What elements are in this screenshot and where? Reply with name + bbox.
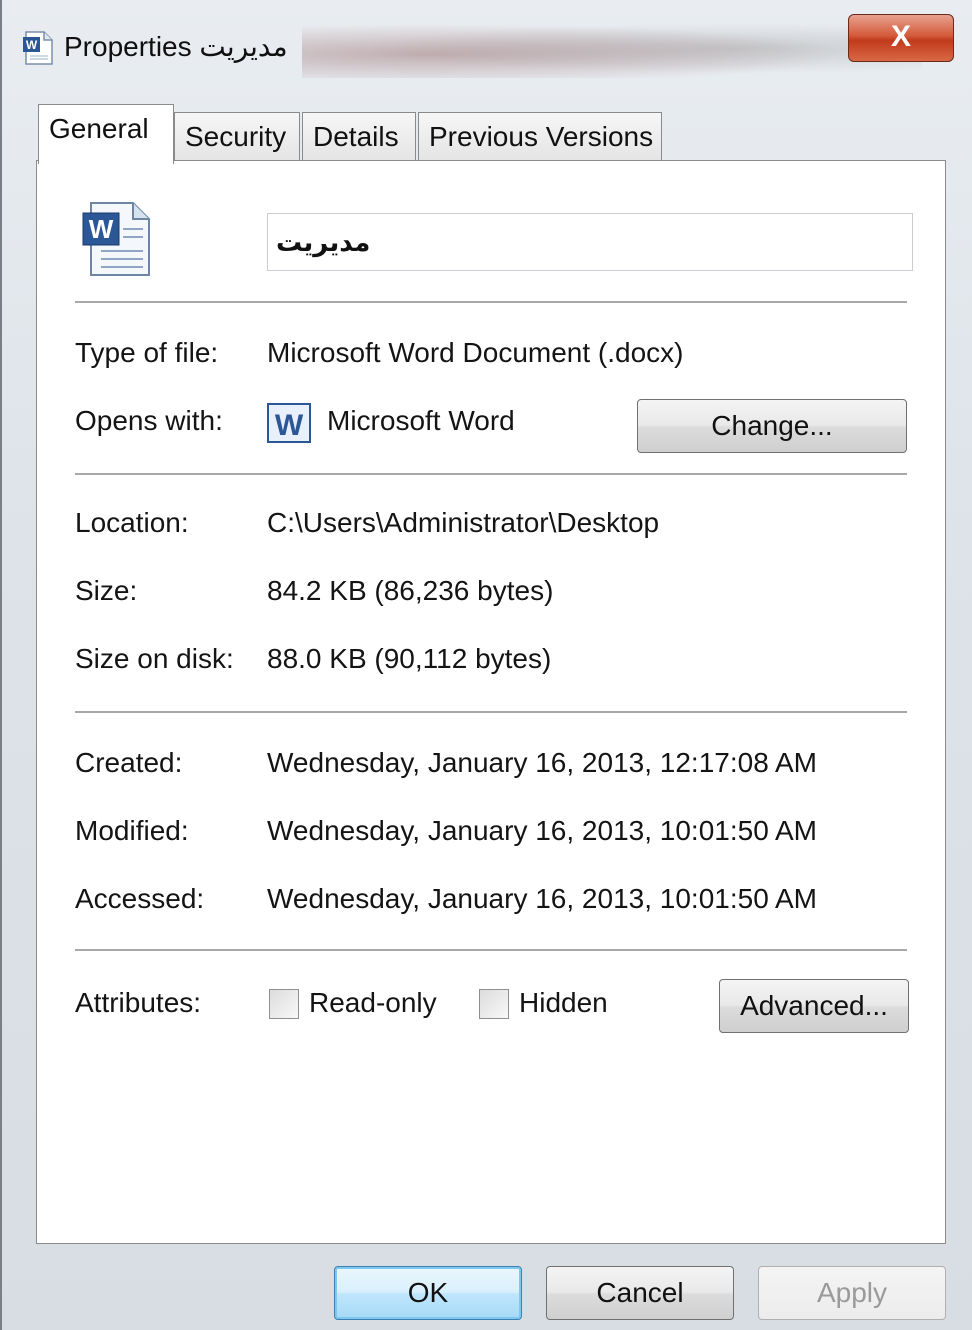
tab-details[interactable]: Details xyxy=(302,112,416,162)
ok-button[interactable]: OK xyxy=(334,1266,522,1320)
opens-with-label: Opens with: xyxy=(75,405,223,436)
size-on-disk-value: 88.0 KB (90,112 bytes) xyxy=(267,643,552,674)
hidden-label[interactable]: Hidden xyxy=(519,987,608,1019)
type-of-file-label: Type of file: xyxy=(75,337,219,368)
change-button[interactable]: Change... xyxy=(637,399,907,453)
microsoft-word-icon: W xyxy=(267,403,311,443)
type-of-file-value: Microsoft Word Document (.docx) xyxy=(267,337,684,368)
modified-value: Wednesday, January 16, 2013, 10:01:50 AM xyxy=(267,815,818,846)
read-only-label[interactable]: Read-only xyxy=(309,987,437,1019)
accessed-value: Wednesday, January 16, 2013, 10:01:50 AM xyxy=(267,883,818,914)
apply-button[interactable]: Apply xyxy=(758,1266,946,1320)
opens-with-value: Microsoft Word xyxy=(327,405,515,436)
separator xyxy=(75,711,907,713)
svg-text:W: W xyxy=(89,214,114,244)
title-bar[interactable]: W مديريت Properties X xyxy=(2,0,972,88)
tab-previous-versions[interactable]: Previous Versions xyxy=(418,112,662,162)
attributes-label: Attributes: xyxy=(75,987,202,1018)
svg-text:W: W xyxy=(26,38,38,52)
size-label: Size: xyxy=(75,575,138,606)
svg-text:W: W xyxy=(275,409,304,442)
accessed-label: Accessed: xyxy=(75,883,205,914)
advanced-button[interactable]: Advanced... xyxy=(719,979,909,1033)
separator xyxy=(75,473,907,475)
separator xyxy=(75,301,907,303)
separator xyxy=(75,949,907,951)
word-document-icon: W xyxy=(82,202,150,276)
word-document-icon: W xyxy=(23,31,53,65)
created-value: Wednesday, January 16, 2013, 12:17:08 AM xyxy=(267,747,818,778)
location-label: Location: xyxy=(75,507,189,538)
size-value: 84.2 KB (86,236 bytes) xyxy=(267,575,554,606)
location-value: C:\Users\Administrator\Desktop xyxy=(267,507,660,538)
cancel-button[interactable]: Cancel xyxy=(546,1266,734,1320)
properties-window: W مديريت Properties X General Security D… xyxy=(0,0,972,1330)
size-on-disk-label: Size on disk: xyxy=(75,643,234,674)
general-panel: W مديريت Type of file: Microsoft Word Do… xyxy=(36,160,946,1244)
close-button[interactable]: X xyxy=(848,14,954,62)
window-title: مديريت Properties xyxy=(64,31,288,62)
modified-label: Modified: xyxy=(75,815,189,846)
created-label: Created: xyxy=(75,747,183,778)
read-only-checkbox[interactable] xyxy=(269,989,299,1019)
tab-security[interactable]: Security xyxy=(174,112,300,162)
title-bar-background xyxy=(302,18,922,78)
tab-general[interactable]: General xyxy=(38,104,174,164)
file-name-field[interactable]: مديريت xyxy=(267,213,913,271)
hidden-checkbox[interactable] xyxy=(479,989,509,1019)
